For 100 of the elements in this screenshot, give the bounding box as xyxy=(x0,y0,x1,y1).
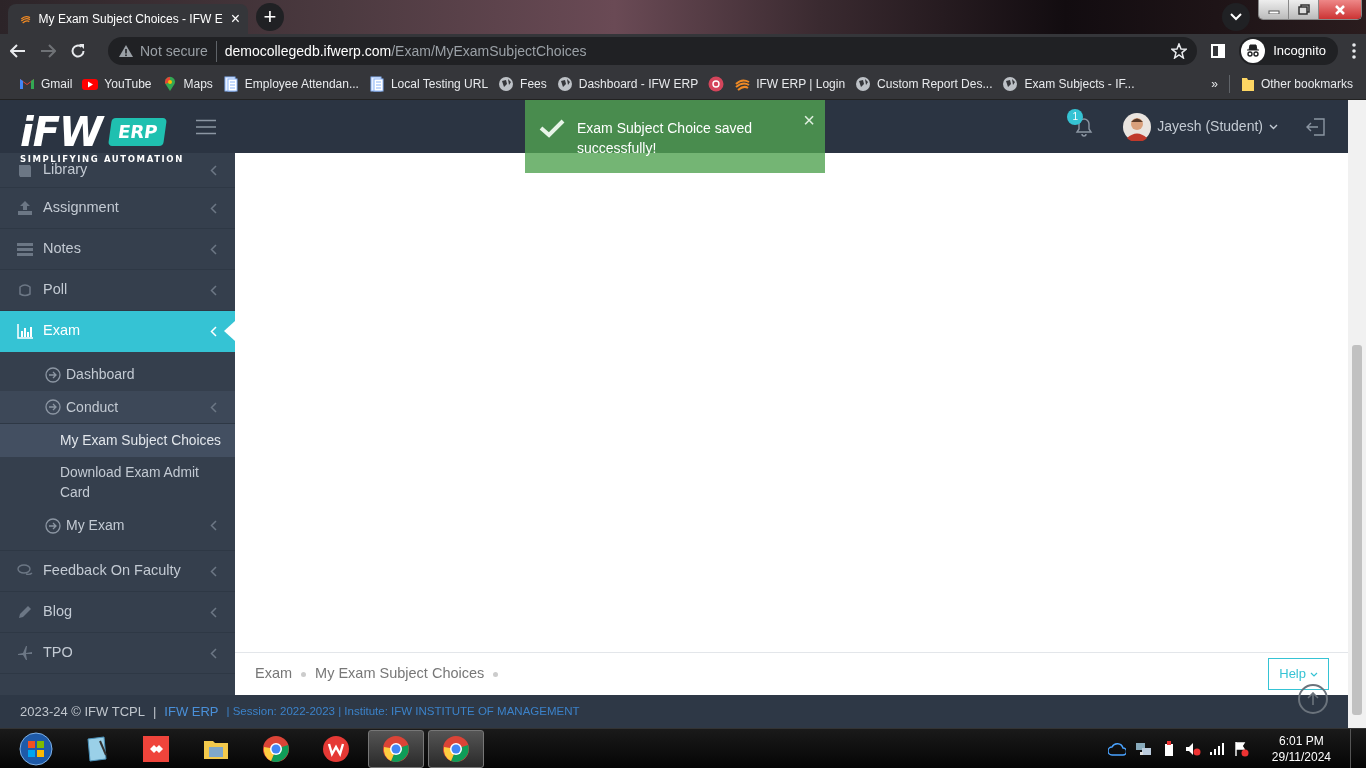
url-text: democollegedb.ifwerp.com/Exam/MyExamSubjectChoices xyxy=(224,41,588,61)
signal-icon[interactable] xyxy=(1209,742,1224,755)
document-icon xyxy=(222,75,239,92)
chevron-left-icon xyxy=(210,325,217,337)
breadcrumb-link[interactable]: Exam xyxy=(255,663,293,685)
bookmark[interactable]: Employee Attendan... xyxy=(217,70,364,97)
bookmark-star-button[interactable] xyxy=(1171,43,1188,59)
sidebar-subitem[interactable]: Dashboard xyxy=(0,358,235,391)
menu-button[interactable] xyxy=(1352,43,1356,59)
logo-badge: ERP xyxy=(108,118,168,146)
globe-icon xyxy=(556,75,573,92)
minimize-button[interactable] xyxy=(1259,0,1289,19)
close-window-button[interactable] xyxy=(1319,0,1361,19)
scroll-to-top-button[interactable] xyxy=(1298,684,1328,714)
warning-icon xyxy=(118,44,134,58)
sidebar-subitem[interactable]: My Exam xyxy=(0,509,235,542)
flag-icon[interactable] xyxy=(1232,740,1249,757)
chevron-left-icon xyxy=(210,284,217,296)
bookmark[interactable]: IFW ERP | Login xyxy=(729,70,851,97)
footer-separator: | xyxy=(152,702,157,721)
back-arrow-icon xyxy=(10,44,26,58)
address-bar[interactable]: Not secure democollegedb.ifwerp.com/Exam/MyExamSubjectChoices xyxy=(108,37,1198,65)
menu-icon xyxy=(196,118,216,135)
hand-icon xyxy=(17,282,33,298)
bookmark-folder[interactable]: Other bookmarks xyxy=(1235,70,1358,97)
notification-count: 1 xyxy=(1067,108,1084,125)
copyright-text: 2023-24 © IFW TCPL xyxy=(20,702,145,721)
bookmark[interactable]: Dashboard - IFW ERP xyxy=(551,70,704,97)
logout-button[interactable] xyxy=(1306,116,1326,137)
caret-icon xyxy=(1269,123,1278,130)
sidebar-subitem[interactable]: Download Exam Admit Card xyxy=(0,457,235,509)
close-tab-button[interactable]: × xyxy=(230,11,240,27)
scrollbar-thumb[interactable] xyxy=(1352,345,1362,715)
check-icon xyxy=(539,118,565,138)
bookmark[interactable]: Maps xyxy=(156,70,218,97)
toast-message: Exam Subject Choice saved successfully! xyxy=(577,119,754,158)
close-icon xyxy=(1334,4,1346,15)
chevron-left-icon xyxy=(210,606,217,618)
bookmark[interactable]: Fees xyxy=(493,70,552,97)
bookmark[interactable]: Gmail xyxy=(14,70,78,97)
chevron-left-icon xyxy=(210,243,217,255)
taskbar-button[interactable] xyxy=(368,729,424,768)
upload-icon xyxy=(17,200,33,216)
network-icon[interactable] xyxy=(1134,740,1153,757)
mute-icon[interactable] xyxy=(1184,741,1201,756)
toast-close-button[interactable]: × xyxy=(803,113,815,127)
side-panel-button[interactable] xyxy=(1211,44,1226,58)
globe-icon xyxy=(855,75,872,92)
user-menu-button[interactable]: Jayesh (Student) xyxy=(1123,112,1278,141)
bookmark[interactable]: Custom Report Des... xyxy=(850,70,998,97)
caret-icon xyxy=(1310,671,1318,677)
cloud-icon[interactable] xyxy=(1107,741,1126,756)
avatar xyxy=(1123,112,1152,141)
browser-icon xyxy=(382,734,410,763)
tab-search-button[interactable] xyxy=(1222,3,1250,31)
reload-button[interactable] xyxy=(70,43,86,59)
bar-chart-icon xyxy=(17,323,33,339)
globe-icon xyxy=(1002,75,1019,92)
chevron-left-icon xyxy=(210,520,217,531)
sidebar-subitem[interactable]: Conduct xyxy=(0,391,235,424)
chevron-left-icon xyxy=(210,202,217,214)
chevron-down-icon xyxy=(1230,13,1242,21)
chevron-left-icon xyxy=(210,164,217,176)
forward-arrow-icon xyxy=(40,44,56,58)
reload-icon xyxy=(70,43,86,59)
profile-button[interactable]: Incognito xyxy=(1239,37,1338,65)
back-button[interactable] xyxy=(10,44,26,58)
chevron-left-icon xyxy=(210,401,217,413)
chevron-left-icon xyxy=(210,647,217,659)
logo-tagline: SIMPLIFYING AUTOMATION xyxy=(20,154,184,164)
logout-icon xyxy=(1306,116,1326,137)
side-panel-icon xyxy=(1211,44,1226,58)
session-info: | Session: 2022-2023 | Institute: IFW INSTITUTE OF MANAGEMENT xyxy=(226,703,580,719)
logo-wordmark: iFW xyxy=(20,112,103,152)
browser-icon xyxy=(442,734,470,763)
forward-button[interactable] xyxy=(40,44,56,58)
footer-brand-link[interactable]: IFW ERP xyxy=(164,701,219,722)
circle-logo-icon xyxy=(708,75,725,92)
pencil-icon xyxy=(17,604,33,620)
restore-button[interactable] xyxy=(1289,0,1319,19)
bookmark[interactable]: Local Testing URL xyxy=(363,70,494,97)
book-icon xyxy=(17,162,33,178)
bookmark[interactable]: YouTube xyxy=(77,70,157,97)
circle-app-icon xyxy=(322,734,350,763)
menu-toggle-button[interactable] xyxy=(196,118,216,135)
bookmark[interactable]: Exam Subjects - IF... xyxy=(997,70,1140,97)
breadcrumb-link[interactable]: My Exam Subject Choices xyxy=(315,663,485,685)
windows-orb-icon xyxy=(19,731,53,766)
chevron-left-icon xyxy=(210,565,217,577)
clock-date: 29/11/2024 xyxy=(1271,748,1331,765)
browser-tab[interactable]: My Exam Subject Choices - IFW E × xyxy=(8,4,248,34)
taskbar-button[interactable] xyxy=(428,729,484,768)
arrow-up-icon xyxy=(1307,692,1319,706)
restore-icon xyxy=(1297,4,1310,15)
security-indicator[interactable]: Not secure xyxy=(118,40,217,62)
more-bookmarks-button[interactable]: » xyxy=(1206,70,1223,97)
sidebar-subitem[interactable]: My Exam Subject Choices xyxy=(0,424,235,457)
incognito-icon xyxy=(1241,39,1266,63)
browser-icon xyxy=(262,734,290,763)
new-tab-button[interactable]: + xyxy=(256,3,284,31)
